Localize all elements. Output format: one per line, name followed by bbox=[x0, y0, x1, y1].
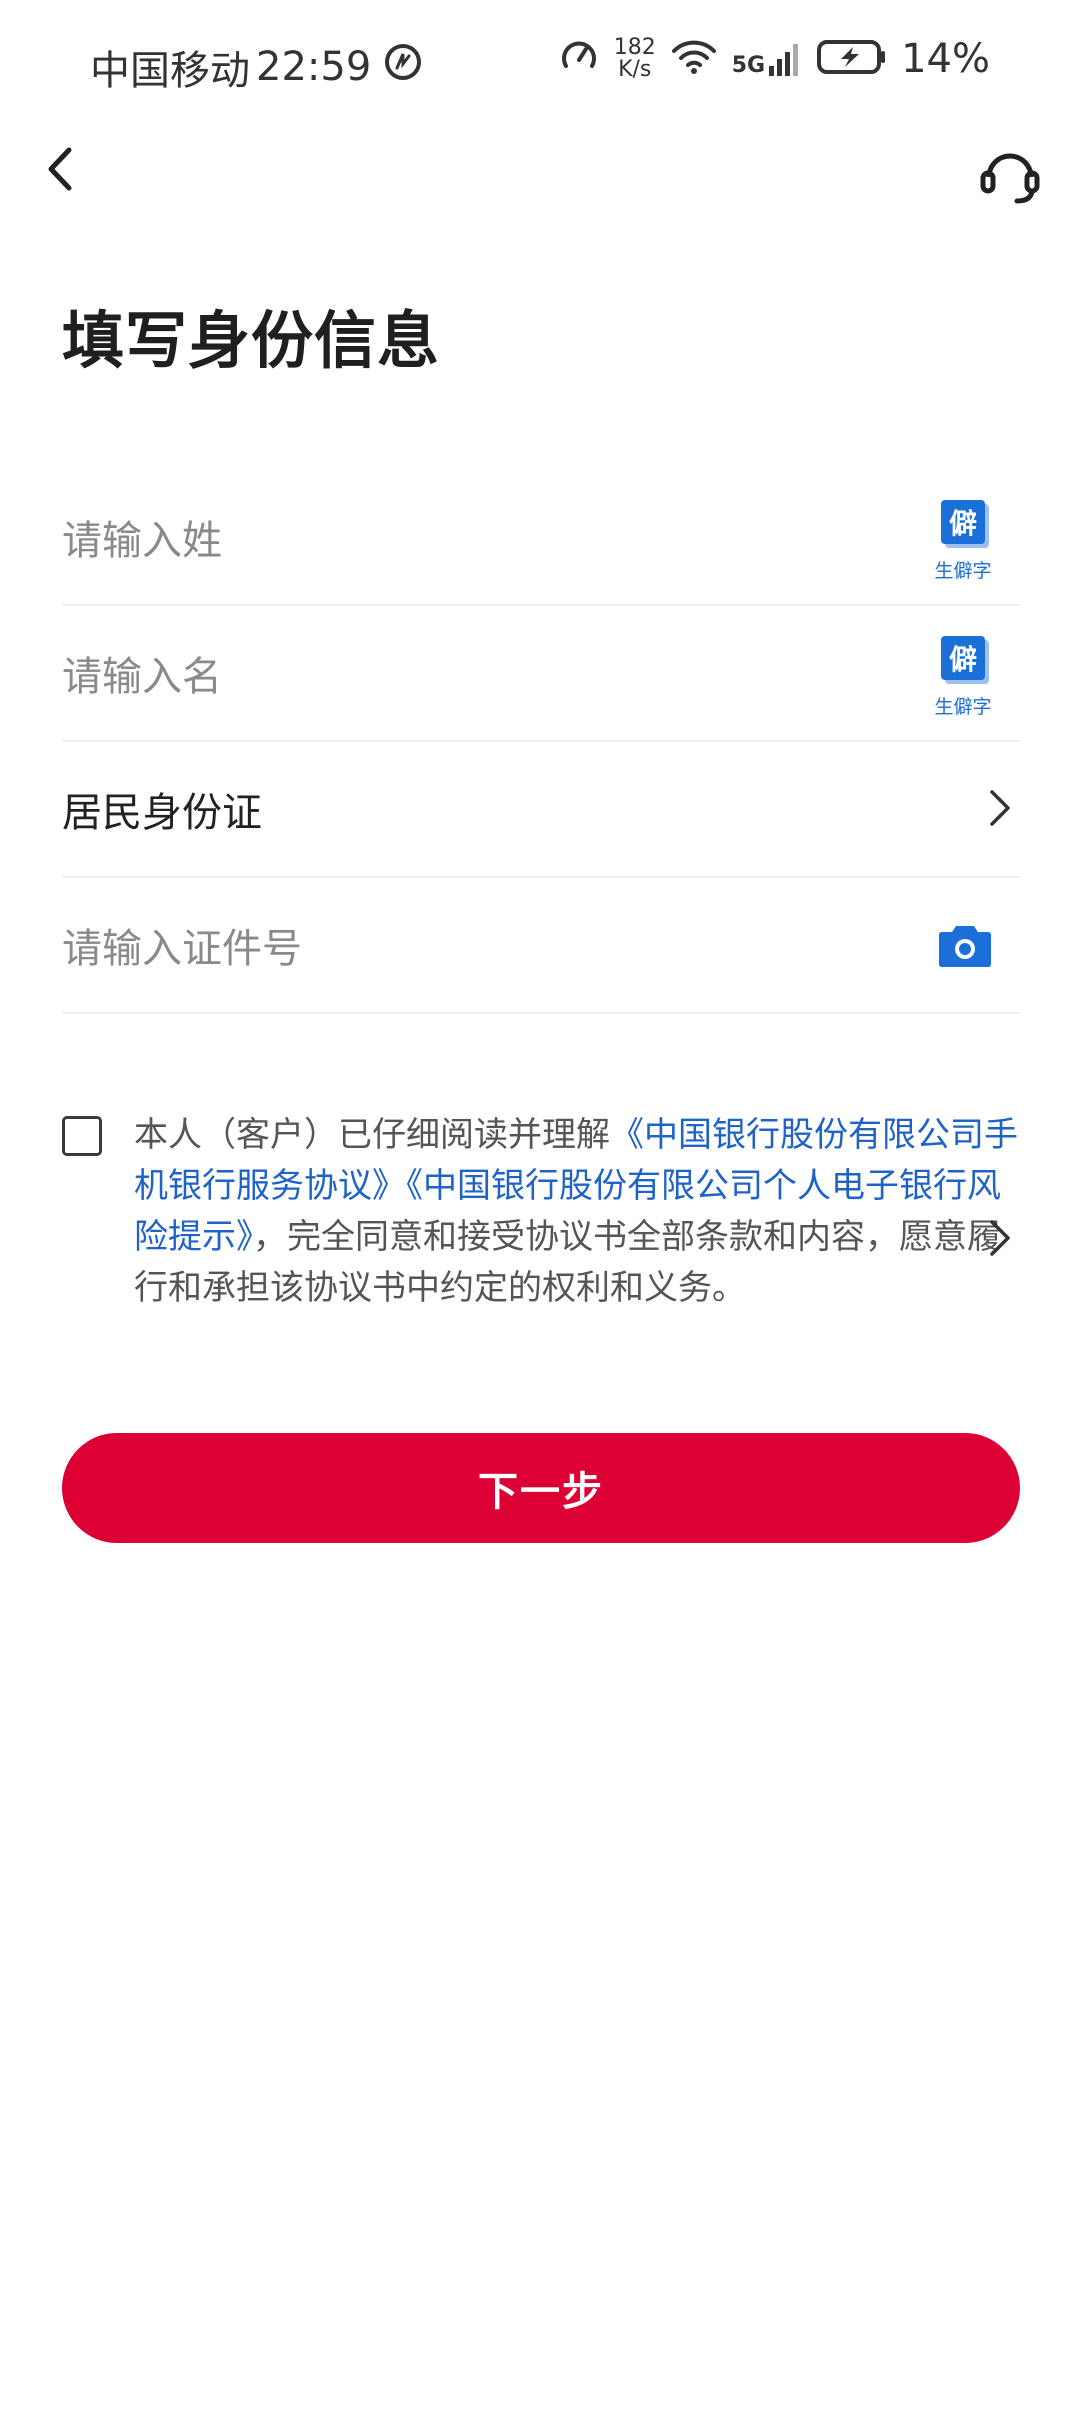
agree-checkbox[interactable] bbox=[62, 1116, 102, 1156]
agreement-text: 本人（客户）已仔细阅读并理解《中国银行股份有限公司手机银行服务协议》《中国银行股… bbox=[134, 1110, 1020, 1314]
chevron-right-icon bbox=[988, 788, 1012, 832]
carrier-name: 中国移动 bbox=[90, 48, 250, 94]
next-step-button[interactable]: 下一步 bbox=[62, 1433, 1020, 1543]
rare-char-button-given-name[interactable]: 僻 生僻字 bbox=[928, 636, 998, 719]
id-number-row[interactable]: 请输入证件号 bbox=[62, 878, 1020, 1014]
battery-percent: 14% bbox=[901, 36, 990, 82]
net-speed-unit: K/s bbox=[618, 57, 652, 82]
given-name-row[interactable]: 请输入名 僻 生僻字 bbox=[62, 606, 1020, 742]
status-left: 中国移动 22:59 bbox=[90, 38, 423, 96]
rare-char-icon: 僻 bbox=[941, 636, 985, 680]
surname-row[interactable]: 请输入姓 僻 生僻字 bbox=[62, 470, 1020, 606]
net-speed-value: 182 bbox=[613, 35, 656, 60]
id-type-selector[interactable]: 居民身份证 bbox=[62, 742, 1020, 878]
rare-char-icon: 僻 bbox=[941, 500, 985, 544]
headset-icon bbox=[980, 153, 1040, 204]
given-name-input[interactable]: 请输入名 bbox=[62, 644, 222, 702]
rare-char-label: 生僻字 bbox=[934, 560, 992, 582]
customer-service-button[interactable] bbox=[970, 134, 1050, 214]
agreement-suffix: ，完全同意和接受协议书全部条款和内容，愿意履行和承担该协议书中约定的权利和义务。 bbox=[134, 1217, 1001, 1308]
back-button[interactable] bbox=[30, 134, 90, 204]
cellular-signal: 5G bbox=[732, 40, 803, 78]
status-bar: 中国移动 22:59 182 K/s 5G 14% bbox=[0, 0, 1080, 130]
speed-boost-icon bbox=[383, 42, 423, 92]
chevron-left-icon bbox=[48, 147, 72, 191]
identity-form: 请输入姓 僻 生僻字 请输入名 僻 生僻字 居民身份证 请输入证件号 bbox=[62, 470, 1020, 1014]
network-speed: 182 K/s bbox=[614, 37, 656, 81]
rare-char-label: 生僻字 bbox=[934, 696, 992, 718]
rare-char-button-surname[interactable]: 僻 生僻字 bbox=[928, 500, 998, 583]
surname-input[interactable]: 请输入姓 bbox=[62, 508, 222, 566]
nav-bar bbox=[0, 130, 1080, 210]
battery-icon bbox=[817, 39, 887, 79]
status-time: 22:59 bbox=[256, 44, 372, 90]
signal-bars-icon bbox=[769, 44, 799, 76]
camera-icon bbox=[939, 926, 991, 967]
agreement-prefix: 本人（客户）已仔细阅读并理解 bbox=[134, 1115, 610, 1155]
page-title: 填写身份信息 bbox=[62, 304, 441, 377]
camera-scan-button[interactable] bbox=[938, 922, 992, 972]
status-right: 182 K/s 5G 14% bbox=[544, 36, 990, 82]
id-number-input[interactable]: 请输入证件号 bbox=[62, 916, 302, 974]
network-type: 5G bbox=[731, 53, 766, 78]
wifi-icon bbox=[670, 37, 718, 81]
agreement-detail-chevron-icon[interactable] bbox=[988, 1218, 1012, 1262]
data-saver-icon bbox=[558, 36, 600, 82]
id-type-value: 居民身份证 bbox=[62, 790, 262, 836]
